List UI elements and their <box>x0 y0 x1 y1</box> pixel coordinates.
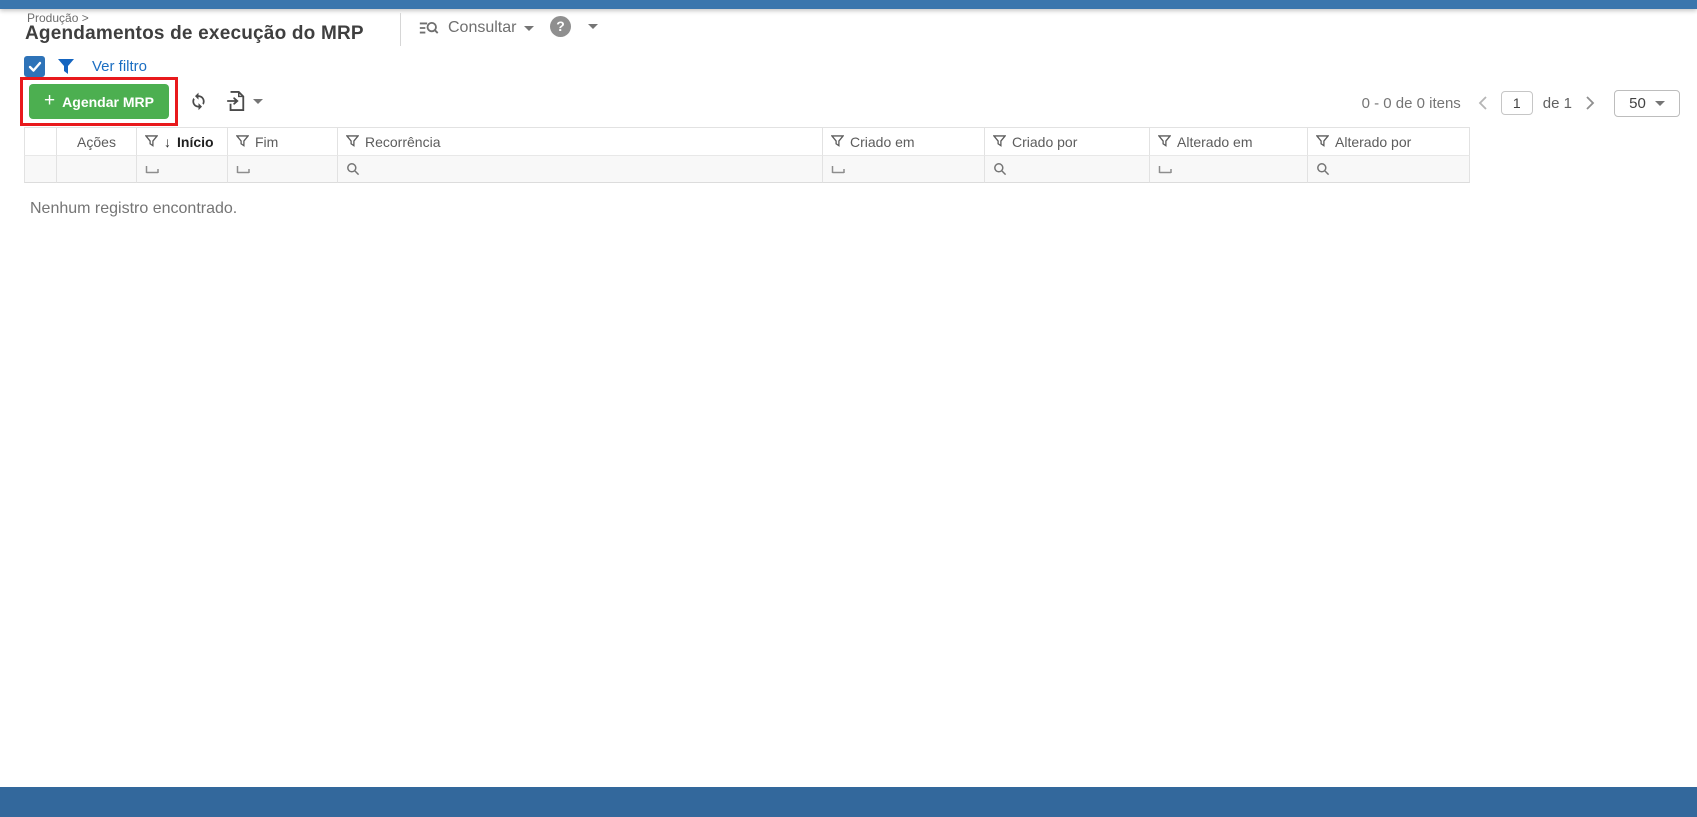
header-cell-recorrencia[interactable]: Recorrência <box>338 128 823 156</box>
page-size-select[interactable]: 50 <box>1614 89 1680 117</box>
column-label: Criado em <box>850 133 915 150</box>
export-file-icon <box>226 90 246 112</box>
column-label: Criado por <box>1012 133 1078 150</box>
filter-cell-selector <box>24 156 57 183</box>
column-filter-icon[interactable] <box>1316 135 1329 148</box>
date-range-icon <box>831 163 846 175</box>
header-cell-inicio[interactable]: ↓ Início <box>137 128 228 156</box>
column-label: Alterado por <box>1335 133 1412 150</box>
filter-cell-alterado-por[interactable] <box>1308 156 1470 183</box>
search-icon <box>1316 162 1330 176</box>
filter-funnel-icon[interactable] <box>57 58 75 75</box>
column-label: Fim <box>255 133 279 150</box>
top-app-bar <box>0 0 1697 9</box>
filter-cell-alterado-em[interactable] <box>1150 156 1308 183</box>
column-label: Recorrência <box>365 133 441 150</box>
ver-filtro-link[interactable]: Ver filtro <box>92 58 147 75</box>
column-filter-icon[interactable] <box>1158 135 1171 148</box>
select-all-checkbox[interactable] <box>24 56 45 77</box>
filter-cell-fim[interactable] <box>228 156 338 183</box>
page-title: Agendamentos de execução do MRP <box>25 23 364 44</box>
header-cell-acoes[interactable]: Ações <box>57 128 137 156</box>
export-button[interactable] <box>226 90 263 112</box>
filter-cell-criado-por[interactable] <box>985 156 1150 183</box>
plus-icon: + <box>44 90 56 111</box>
consultar-button[interactable]: Consultar <box>418 17 535 39</box>
search-icon <box>993 162 1007 176</box>
grid-header-row: Ações ↓ Início Fim Recorrência Criado em… <box>24 128 1470 156</box>
column-filter-icon[interactable] <box>145 135 158 148</box>
search-icon <box>346 162 360 176</box>
help-icon[interactable]: ? <box>550 16 571 37</box>
prev-page-button[interactable] <box>1475 95 1491 111</box>
filter-cell-criado-em[interactable] <box>823 156 985 183</box>
column-label: Alterado em <box>1177 133 1253 150</box>
filter-cell-inicio[interactable] <box>137 156 228 183</box>
bottom-app-bar <box>0 787 1697 817</box>
column-filter-icon[interactable] <box>346 135 359 148</box>
export-caret-icon <box>253 98 263 104</box>
header-cell-criado-em[interactable]: Criado em <box>823 128 985 156</box>
header-divider <box>400 13 401 46</box>
consultar-label: Consultar <box>448 19 517 36</box>
header-cell-selector <box>24 128 57 156</box>
next-page-button[interactable] <box>1582 95 1598 111</box>
help-menu-caret-icon[interactable] <box>588 24 598 29</box>
sort-desc-icon[interactable]: ↓ <box>164 134 171 150</box>
column-label: Ações <box>77 133 116 150</box>
agendar-mrp-label: Agendar MRP <box>62 93 154 110</box>
page-of-label: de 1 <box>1542 94 1572 112</box>
manage-search-icon <box>418 17 440 39</box>
column-label: Início <box>177 133 214 150</box>
chevron-left-icon <box>1477 95 1489 111</box>
records-grid: Ações ↓ Início Fim Recorrência Criado em… <box>24 127 1470 183</box>
refresh-button[interactable] <box>188 90 209 111</box>
filter-cell-acoes <box>57 156 137 183</box>
refresh-icon <box>188 90 209 111</box>
page-number-input[interactable] <box>1500 91 1533 115</box>
pagination-items-count: 0 - 0 de 0 itens <box>1361 94 1461 112</box>
date-range-icon <box>1158 163 1173 175</box>
column-filter-icon[interactable] <box>993 135 1006 148</box>
column-filter-icon[interactable] <box>831 135 844 148</box>
chevron-right-icon <box>1584 95 1596 111</box>
checkmark-icon <box>28 61 42 73</box>
header-cell-alterado-em[interactable]: Alterado em <box>1150 128 1308 156</box>
empty-state-message: Nenhum registro encontrado. <box>30 200 238 217</box>
pagination: 0 - 0 de 0 itens de 1 50 <box>1358 89 1680 117</box>
consultar-caret-icon <box>524 25 535 31</box>
column-filter-icon[interactable] <box>236 135 249 148</box>
date-range-icon <box>236 163 251 175</box>
page-size-caret-icon <box>1654 100 1665 106</box>
date-range-icon <box>145 163 160 175</box>
filter-cell-recorrencia[interactable] <box>338 156 823 183</box>
grid-filter-row <box>24 156 1470 183</box>
header-cell-criado-por[interactable]: Criado por <box>985 128 1150 156</box>
header-cell-alterado-por[interactable]: Alterado por <box>1308 128 1470 156</box>
header-cell-fim[interactable]: Fim <box>228 128 338 156</box>
page-size-value: 50 <box>1629 94 1646 112</box>
agendar-mrp-button[interactable]: + Agendar MRP <box>29 84 169 119</box>
